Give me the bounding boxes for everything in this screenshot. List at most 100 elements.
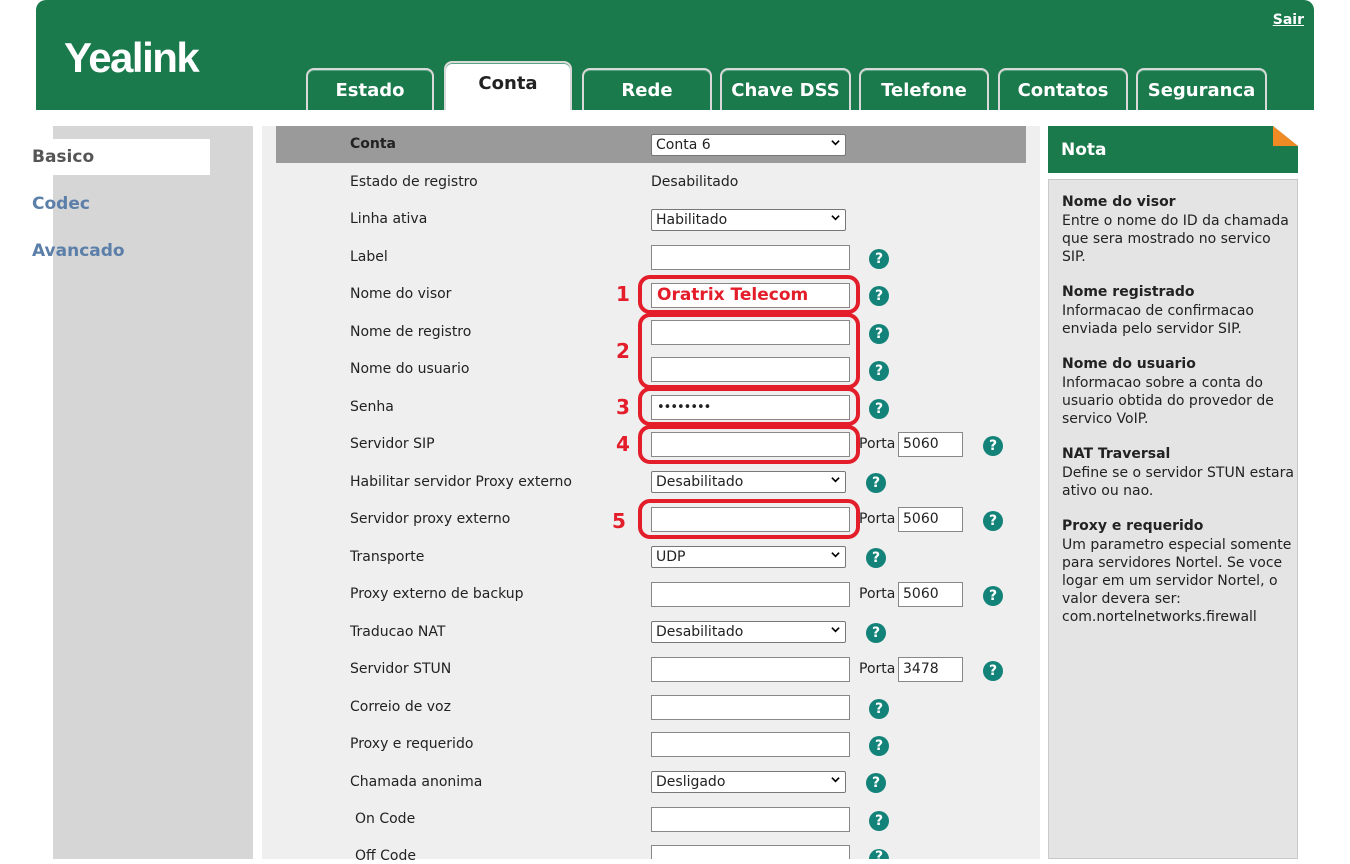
note-text-nat-traversal: Define se o servidor STUN estara ativo o… — [1062, 465, 1294, 499]
chamada-anonima-select[interactable]: Desligado — [651, 771, 846, 793]
label-on-code: On Code — [355, 811, 416, 827]
note-title-nome-registrado: Nome registrado — [1062, 284, 1195, 300]
help-label-question-icon[interactable]: ? — [869, 249, 889, 269]
proxy-backup-porta-input[interactable]: 5060 — [898, 582, 963, 607]
help-habilitar-proxy-question-icon[interactable]: ? — [866, 473, 886, 493]
note-title-nome-visor: Nome do visor — [1062, 194, 1176, 210]
help-servidor-proxy-question-icon[interactable]: ? — [983, 511, 1003, 531]
habilitar-proxy-select[interactable]: Desabilitado — [651, 471, 846, 493]
label-estado-registro: Estado de registro — [350, 174, 478, 190]
help-servidor-stun-question-icon[interactable]: ? — [983, 661, 1003, 681]
tab-telefone[interactable]: Telefone — [859, 68, 989, 110]
annotation-ring-4 — [638, 425, 860, 464]
sidebar-item-basico[interactable]: Basico — [19, 139, 210, 175]
chevron-down-icon — [831, 627, 840, 633]
label-servidor-stun: Servidor STUN — [350, 661, 452, 677]
proxy-requerido-input[interactable] — [651, 732, 850, 757]
label-transporte: Transporte — [350, 549, 425, 565]
help-nome-registro-question-icon[interactable]: ? — [869, 324, 889, 344]
servidor-stun-input[interactable] — [651, 657, 850, 682]
account-label: Conta — [350, 136, 396, 152]
transporte-value: UDP — [656, 549, 686, 565]
label-linha-ativa: Linha ativa — [350, 211, 428, 227]
help-servidor-sip-question-icon[interactable]: ? — [983, 436, 1003, 456]
tab-seguranca[interactable]: Seguranca — [1136, 68, 1267, 110]
estado-registro-value: Desabilitado — [651, 174, 739, 190]
linha-ativa-select[interactable]: Habilitado — [651, 209, 846, 231]
label-off-code: Off Code — [355, 848, 416, 864]
note-title-nome-usuario: Nome do usuario — [1062, 356, 1196, 372]
help-chamada-anonima-question-icon[interactable]: ? — [866, 773, 886, 793]
linha-ativa-value: Habilitado — [656, 212, 728, 228]
note-text-nome-visor: Entre o nome do ID da chamada que sera m… — [1062, 213, 1289, 265]
annotation-number-4: 4 — [616, 432, 630, 456]
annotation-number-1: 1 — [616, 282, 630, 306]
label-senha: Senha — [350, 399, 394, 415]
sidebar-item-avancado[interactable]: Avancado — [19, 233, 210, 269]
chevron-down-icon — [831, 215, 840, 221]
help-on-code-question-icon[interactable]: ? — [869, 811, 889, 831]
account-select[interactable]: Conta 6 — [651, 134, 846, 156]
porta-label: Porta — [859, 661, 896, 677]
habilitar-proxy-value: Desabilitado — [656, 474, 744, 490]
annotation-number-2: 2 — [616, 339, 630, 363]
transporte-select[interactable]: UDP — [651, 546, 846, 568]
label-servidor-sip: Servidor SIP — [350, 436, 435, 452]
label-nome-usuario: Nome do usuario — [350, 361, 470, 377]
chamada-anonima-value: Desligado — [656, 774, 726, 790]
help-nome-usuario-question-icon[interactable]: ? — [869, 361, 889, 381]
annotation-ring-5 — [638, 499, 860, 539]
annotation-number-3: 3 — [616, 395, 630, 419]
label-traducao-nat: Traducao NAT — [350, 624, 446, 640]
label-nome-visor: Nome do visor — [350, 286, 452, 302]
label-correio-voz: Correio de voz — [350, 699, 451, 715]
folded-corner-icon — [1273, 126, 1298, 146]
tab-chave-dss[interactable]: Chave DSS — [720, 68, 851, 110]
note-text-nome-usuario: Informacao sobre a conta do usuario obti… — [1062, 375, 1274, 427]
servidor-sip-porta-input[interactable]: 5060 — [898, 432, 963, 457]
chevron-down-icon — [831, 477, 840, 483]
label-chamada-anonima: Chamada anonima — [350, 774, 483, 790]
help-nome-visor-question-icon[interactable]: ? — [869, 286, 889, 306]
help-transporte-question-icon[interactable]: ? — [866, 548, 886, 568]
traducao-nat-value: Desabilitado — [656, 624, 744, 640]
servidor-stun-porta-input[interactable]: 3478 — [898, 657, 963, 682]
help-proxy-backup-question-icon[interactable]: ? — [983, 586, 1003, 606]
account-select-value: Conta 6 — [656, 137, 711, 153]
tab-rede[interactable]: Rede — [582, 68, 712, 110]
annotation-number-5: 5 — [612, 509, 626, 533]
tab-contatos[interactable]: Contatos — [998, 68, 1128, 110]
help-correio-voz-question-icon[interactable]: ? — [869, 699, 889, 719]
note-text-nome-registrado: Informacao de confirmacao enviada pelo s… — [1062, 303, 1254, 337]
annotation-ring-1 — [638, 275, 860, 314]
traducao-nat-select[interactable]: Desabilitado — [651, 621, 846, 643]
tab-estado[interactable]: Estado — [306, 68, 434, 110]
off-code-input[interactable] — [651, 845, 850, 859]
correio-voz-input[interactable] — [651, 695, 850, 720]
label-label: Label — [350, 249, 388, 265]
label-proxy-requerido: Proxy e requerido — [350, 736, 474, 752]
sidebar-item-codec[interactable]: Codec — [19, 186, 210, 222]
help-traducao-nat-question-icon[interactable]: ? — [866, 623, 886, 643]
annotation-ring-3 — [638, 387, 860, 426]
yealink-logo: Yealink — [64, 34, 200, 81]
tab-conta[interactable]: Conta — [444, 61, 572, 110]
chevron-down-icon — [831, 140, 840, 146]
help-senha-question-icon[interactable]: ? — [869, 399, 889, 419]
porta-label: Porta — [859, 436, 896, 452]
label-proxy-backup: Proxy externo de backup — [350, 586, 524, 602]
note-text-proxy-requerido: Um parametro especial somente para servi… — [1062, 537, 1292, 625]
chevron-down-icon — [831, 552, 840, 558]
note-header: Nota — [1048, 126, 1298, 173]
chevron-down-icon — [831, 777, 840, 783]
note-title-nat-traversal: NAT Traversal — [1062, 446, 1171, 462]
label-input[interactable] — [651, 245, 850, 270]
proxy-backup-input[interactable] — [651, 582, 850, 607]
label-habilitar-proxy: Habilitar servidor Proxy externo — [350, 474, 572, 490]
help-proxy-requerido-question-icon[interactable]: ? — [869, 736, 889, 756]
label-nome-registro: Nome de registro — [350, 324, 472, 340]
servidor-proxy-porta-input[interactable]: 5060 — [898, 507, 963, 532]
logout-link[interactable]: Sair — [1273, 12, 1304, 28]
label-servidor-proxy: Servidor proxy externo — [350, 511, 511, 527]
on-code-input[interactable] — [651, 807, 850, 832]
